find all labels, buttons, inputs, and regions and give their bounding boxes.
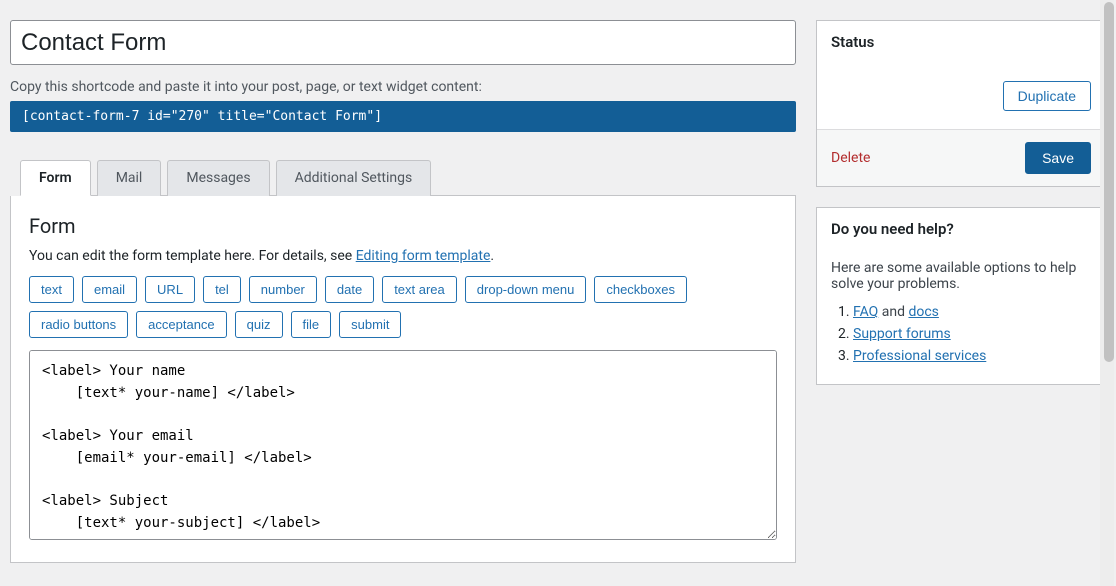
tab-list: Form Mail Messages Additional Settings (20, 160, 796, 196)
tag-textarea-button[interactable]: text area (382, 276, 457, 303)
tag-number-button[interactable]: number (249, 276, 317, 303)
help-list: FAQ and docs Support forums Professional… (831, 304, 1091, 364)
help-desc: Here are some available options to help … (831, 260, 1091, 292)
tag-submit-button[interactable]: submit (339, 311, 401, 338)
tag-email-button[interactable]: email (82, 276, 137, 303)
form-panel-heading: Form (29, 214, 777, 238)
tag-radio-button[interactable]: radio buttons (29, 311, 128, 338)
tag-text-button[interactable]: text (29, 276, 74, 303)
tab-additional-settings[interactable]: Additional Settings (276, 160, 432, 196)
help-heading: Do you need help? (817, 208, 1105, 250)
help-box: Do you need help? Here are some availabl… (816, 207, 1106, 385)
form-title-input[interactable] (10, 20, 796, 65)
docs-link[interactable]: docs (908, 304, 938, 320)
form-template-textarea[interactable] (29, 350, 777, 540)
help-item-faq-docs: FAQ and docs (853, 304, 1091, 320)
main-column: Copy this shortcode and paste it into yo… (10, 0, 796, 563)
tag-checkboxes-button[interactable]: checkboxes (594, 276, 687, 303)
support-forums-link[interactable]: Support forums (853, 326, 951, 342)
tab-mail[interactable]: Mail (97, 160, 162, 196)
form-panel-desc-prefix: You can edit the form template here. For… (29, 248, 356, 264)
shortcode-label: Copy this shortcode and paste it into yo… (10, 79, 796, 95)
duplicate-button[interactable]: Duplicate (1003, 81, 1091, 111)
status-box: Status Duplicate Delete Save (816, 20, 1106, 187)
status-heading: Status (817, 21, 1105, 63)
tag-url-button[interactable]: URL (145, 276, 195, 303)
tab-messages[interactable]: Messages (167, 160, 269, 196)
shortcode-display[interactable]: [contact-form-7 id="270" title="Contact … (10, 101, 796, 132)
tag-file-button[interactable]: file (291, 311, 332, 338)
help-item-support: Support forums (853, 326, 1091, 342)
form-panel-desc: You can edit the form template here. For… (29, 248, 777, 264)
tag-tel-button[interactable]: tel (203, 276, 241, 303)
professional-services-link[interactable]: Professional services (853, 348, 986, 364)
tag-generator-row: text email URL tel number date text area… (29, 276, 777, 338)
faq-link[interactable]: FAQ (853, 304, 878, 320)
help-item-pro: Professional services (853, 348, 1091, 364)
form-panel: Form You can edit the form template here… (10, 196, 796, 563)
tag-acceptance-button[interactable]: acceptance (136, 311, 227, 338)
tag-date-button[interactable]: date (325, 276, 374, 303)
delete-link[interactable]: Delete (831, 150, 870, 166)
tag-quiz-button[interactable]: quiz (235, 311, 283, 338)
sidebar-column: Status Duplicate Delete Save Do you need… (816, 0, 1106, 563)
scrollbar-thumb[interactable] (1104, 2, 1114, 362)
tag-dropdown-button[interactable]: drop-down menu (465, 276, 587, 303)
tab-form[interactable]: Form (20, 160, 91, 196)
form-panel-desc-suffix: . (490, 248, 494, 264)
editing-template-link[interactable]: Editing form template (356, 248, 491, 264)
save-button[interactable]: Save (1025, 142, 1091, 174)
help-item-sep: and (878, 304, 908, 320)
